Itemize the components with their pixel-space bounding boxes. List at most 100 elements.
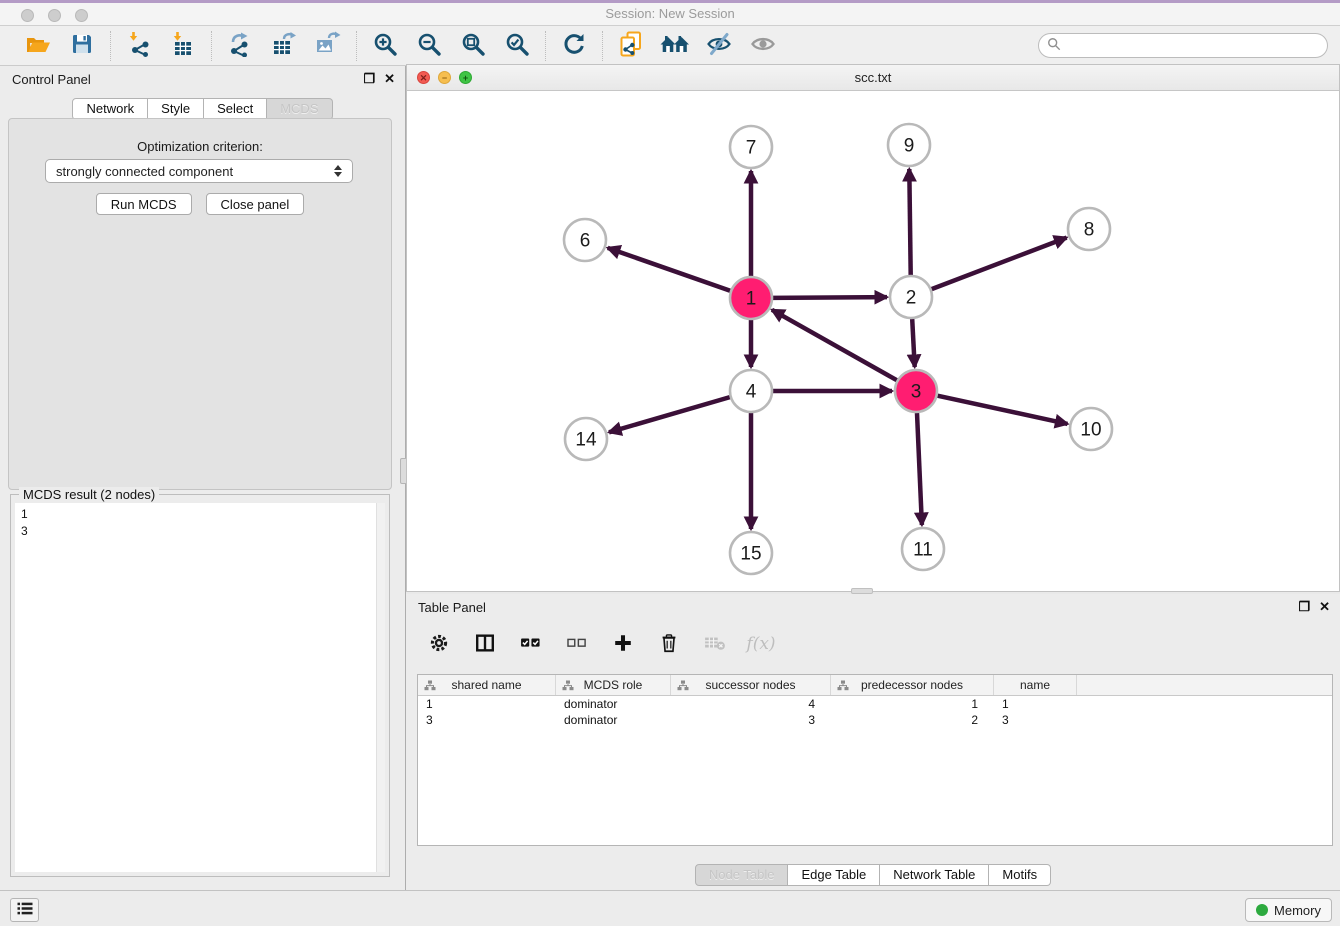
add-row-button[interactable] <box>610 631 636 657</box>
import-table-button[interactable] <box>168 31 198 61</box>
column-header-mcds-role[interactable]: MCDS role <box>556 675 671 695</box>
table-cell[interactable]: 3 <box>671 712 831 728</box>
tab-select[interactable]: Select <box>204 98 267 120</box>
graph-node-4[interactable]: 4 <box>730 370 772 412</box>
float-panel-icon[interactable]: ❐ <box>363 71 375 87</box>
save-session-button[interactable] <box>67 31 97 61</box>
search-field[interactable] <box>1038 33 1328 58</box>
zoom-in-button[interactable] <box>370 31 400 61</box>
column-label: successor nodes <box>705 678 795 692</box>
tab-network-table[interactable]: Network Table <box>880 864 989 886</box>
graph-node-10[interactable]: 10 <box>1070 408 1112 450</box>
import-network-button[interactable] <box>124 31 154 61</box>
column-label: MCDS role <box>584 678 643 692</box>
zoom-out-button[interactable] <box>414 31 444 61</box>
table-cell[interactable]: 3 <box>418 712 556 728</box>
columns-icon <box>474 632 496 657</box>
select-all-button[interactable] <box>518 631 544 657</box>
deselect-all-button[interactable] <box>564 631 590 657</box>
network-canvas[interactable]: 7 9 6 8 1 2 4 3 14 10 15 11 <box>407 91 1339 591</box>
float-table-panel-icon[interactable]: ❐ <box>1298 599 1310 615</box>
function-icon: f(x) <box>746 634 775 654</box>
edge-3-1[interactable] <box>772 310 897 380</box>
table-row[interactable]: 3dominator323 <box>418 712 1332 728</box>
column-header-predecessor-nodes[interactable]: predecessor nodes <box>831 675 994 695</box>
toolbar-group <box>546 31 602 61</box>
memory-label: Memory <box>1274 903 1321 918</box>
zoom-fit-button[interactable] <box>458 31 488 61</box>
graph-node-14[interactable]: 14 <box>565 418 607 460</box>
table-cell[interactable]: 1 <box>831 696 994 712</box>
graph-node-3[interactable]: 3 <box>895 370 937 412</box>
column-header-successor-nodes[interactable]: successor nodes <box>671 675 831 695</box>
table-cell[interactable]: dominator <box>556 696 671 712</box>
graph-node-9[interactable]: 9 <box>888 124 930 166</box>
graph-node-1[interactable]: 1 <box>730 277 772 319</box>
column-header-shared-name[interactable]: shared name <box>418 675 556 695</box>
hide-selected-button[interactable] <box>704 31 734 61</box>
svg-text:4: 4 <box>746 382 757 403</box>
edge-3-11[interactable] <box>917 413 922 525</box>
export-image-button[interactable] <box>313 31 343 61</box>
table-cell[interactable]: 4 <box>671 696 831 712</box>
edge-1-2[interactable] <box>773 297 887 298</box>
open-session-button[interactable] <box>23 31 53 61</box>
memory-button[interactable]: Memory <box>1245 898 1332 922</box>
refresh-layout-icon <box>561 31 587 60</box>
toolbar-group <box>603 31 791 61</box>
table-cell[interactable]: 1 <box>418 696 556 712</box>
tab-motifs[interactable]: Motifs <box>989 864 1051 886</box>
edge-3-10[interactable] <box>938 396 1068 424</box>
edge-2-9[interactable] <box>909 169 910 275</box>
panel-menu-button[interactable] <box>10 898 39 922</box>
tab-node-table[interactable]: Node Table <box>695 864 789 886</box>
tab-mcds[interactable]: MCDS <box>267 98 332 120</box>
edge-2-8[interactable] <box>932 238 1067 290</box>
graph-node-8[interactable]: 8 <box>1068 208 1110 250</box>
tab-network[interactable]: Network <box>72 98 148 120</box>
column-header-name[interactable]: name <box>994 675 1077 695</box>
svg-text:11: 11 <box>913 540 933 561</box>
search-input[interactable] <box>1066 36 1327 56</box>
close-panel-icon[interactable]: ✕ <box>384 71 395 87</box>
result-scrollbar[interactable] <box>376 503 385 872</box>
clone-network-button[interactable] <box>616 31 646 61</box>
run-mcds-button[interactable]: Run MCDS <box>96 193 192 215</box>
delete-table-icon <box>703 634 727 655</box>
graph-node-11[interactable]: 11 <box>902 528 944 570</box>
table-cell[interactable]: dominator <box>556 712 671 728</box>
show-all-button[interactable] <box>748 31 778 61</box>
columns-button[interactable] <box>472 631 498 657</box>
zoom-fit-icon <box>460 31 486 60</box>
zoom-selected-button[interactable] <box>502 31 532 61</box>
mcds-result-text[interactable]: 13 <box>15 503 376 872</box>
result-line: 3 <box>21 523 370 540</box>
gear-button[interactable] <box>426 631 452 657</box>
delete-table-button <box>702 631 728 657</box>
table-toolbar: f(x) <box>412 622 774 666</box>
export-image-icon <box>315 31 341 60</box>
edge-2-3[interactable] <box>912 319 915 367</box>
table-row[interactable]: 1dominator411 <box>418 696 1332 712</box>
table-cell[interactable]: 1 <box>994 696 1077 712</box>
export-network-button[interactable] <box>225 31 255 61</box>
refresh-layout-button[interactable] <box>559 31 589 61</box>
table-cell[interactable]: 2 <box>831 712 994 728</box>
edge-1-6[interactable] <box>608 248 731 291</box>
graph-node-6[interactable]: 6 <box>564 219 606 261</box>
table-cell[interactable]: 3 <box>994 712 1077 728</box>
export-table-button[interactable] <box>269 31 299 61</box>
close-table-panel-icon[interactable]: ✕ <box>1319 599 1330 615</box>
close-panel-button[interactable]: Close panel <box>206 193 305 215</box>
svg-text:3: 3 <box>911 382 922 403</box>
graph-node-2[interactable]: 2 <box>890 276 932 318</box>
delete-row-button[interactable] <box>656 631 682 657</box>
control-panel-header: Control Panel ❐ ✕ <box>0 66 405 92</box>
tab-style[interactable]: Style <box>148 98 204 120</box>
graph-node-7[interactable]: 7 <box>730 126 772 168</box>
graph-node-15[interactable]: 15 <box>730 532 772 574</box>
tab-edge-table[interactable]: Edge Table <box>788 864 880 886</box>
criterion-dropdown[interactable]: strongly connected component <box>45 159 353 183</box>
first-neighbors-button[interactable] <box>660 31 690 61</box>
edge-4-14[interactable] <box>609 397 730 432</box>
